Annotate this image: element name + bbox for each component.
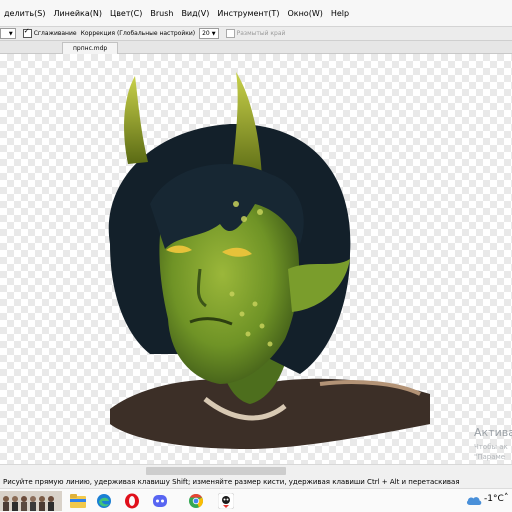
document-tab-label: прпнс.mdp xyxy=(73,45,108,52)
tool-options-bar: 0▼ Сглаживание Коррекция (Глобальные нас… xyxy=(0,27,512,41)
people-thumbnail-icon[interactable] xyxy=(0,491,62,511)
menu-window[interactable]: Окно(W) xyxy=(283,0,326,26)
opera-icon[interactable] xyxy=(123,492,141,510)
chrome-icon[interactable] xyxy=(187,492,205,510)
menu-bar: делить(S) Линейка(N) Цвет(C) Brush Вид(V… xyxy=(0,0,512,27)
correction-label: Коррекция (Глобальные настройки) xyxy=(80,30,196,37)
menu-select[interactable]: делить(S) xyxy=(0,0,49,26)
menu-ruler[interactable]: Линейка(N) xyxy=(49,0,106,26)
menu-brush[interactable]: Brush xyxy=(146,0,177,26)
smoothing-checkbox[interactable] xyxy=(22,27,32,38)
scrollbar-thumb[interactable] xyxy=(146,467,286,475)
horn-left xyxy=(124,76,148,164)
document-tab[interactable]: прпнс.mdp xyxy=(62,42,119,54)
chevron-up-icon[interactable]: ˄ xyxy=(504,493,509,503)
document-tab-strip: прпнс.mdp xyxy=(0,41,512,54)
activation-watermark: Актива xyxy=(474,426,512,439)
brush-mode-dropdown[interactable]: 0 ▼ xyxy=(0,28,16,39)
temperature-text[interactable]: -1°C xyxy=(484,494,504,504)
status-bar: Рисуйте прямую линию, удерживая клавишу … xyxy=(0,476,512,488)
correction-dropdown[interactable]: 20 ▼ xyxy=(199,28,219,39)
cloud-icon[interactable] xyxy=(466,494,482,506)
chevron-down-icon: ▼ xyxy=(211,31,216,37)
menu-tool[interactable]: Инструмент(T) xyxy=(213,0,283,26)
character-artwork xyxy=(108,72,430,449)
status-hint-text: Рисуйте прямую линию, удерживая клавишу … xyxy=(3,478,460,486)
horizontal-scrollbar[interactable] xyxy=(0,464,512,476)
activation-watermark-sub: Чтобы ак "Параме xyxy=(474,443,508,461)
menu-color[interactable]: Цвет(C) xyxy=(106,0,146,26)
discord-icon[interactable] xyxy=(151,492,169,510)
drawing-canvas[interactable]: Актива Чтобы ак "Параме xyxy=(0,54,512,464)
medibang-icon[interactable] xyxy=(217,492,235,510)
chevron-down-icon: ▼ xyxy=(8,31,13,37)
taskbar: -1°C ˄ xyxy=(0,488,512,512)
file-explorer-icon[interactable] xyxy=(69,492,87,510)
smoothing-label: Сглаживание xyxy=(33,30,77,37)
blur-edge-label: Размытый край xyxy=(236,30,286,37)
blur-edge-checkbox[interactable] xyxy=(225,29,235,38)
edge-icon[interactable] xyxy=(95,492,113,510)
menu-help[interactable]: Help xyxy=(327,0,353,26)
menu-view[interactable]: Вид(V) xyxy=(177,0,213,26)
